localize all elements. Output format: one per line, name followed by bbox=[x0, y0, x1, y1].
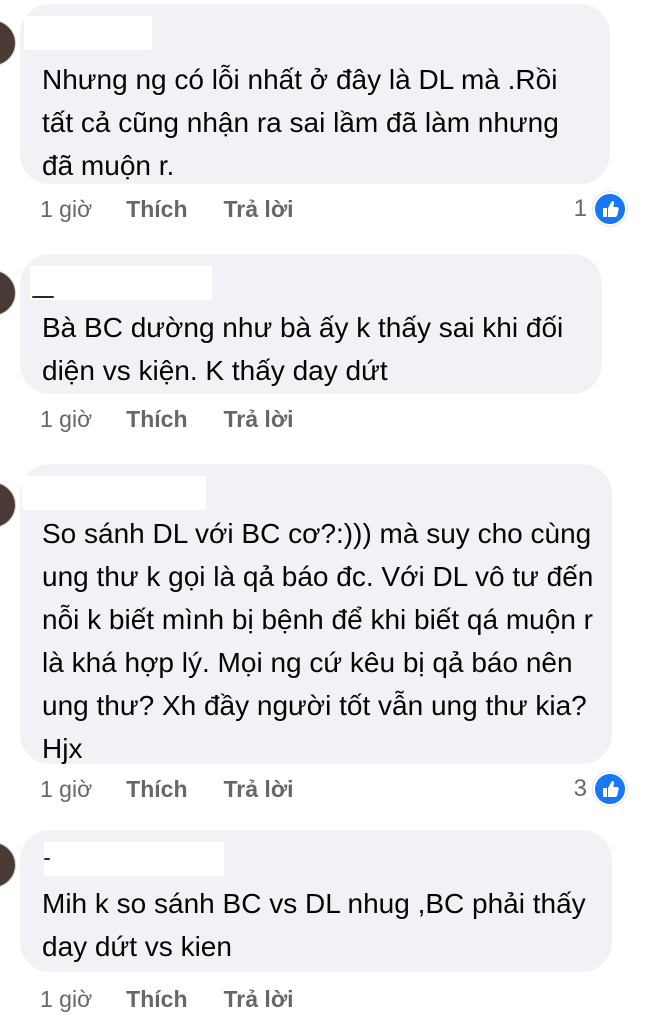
comment-bubble: So sánh DL với BC cơ?:))) mà suy cho cùn… bbox=[20, 464, 612, 764]
timestamp[interactable]: 1 giờ bbox=[40, 196, 92, 223]
avatar[interactable] bbox=[0, 482, 16, 528]
reply-button[interactable]: Trả lời bbox=[224, 986, 294, 1013]
author-name-redacted[interactable] bbox=[22, 476, 206, 510]
like-icon bbox=[593, 772, 627, 806]
avatar[interactable] bbox=[0, 20, 16, 66]
like-button[interactable]: Thích bbox=[126, 406, 187, 433]
reply-button[interactable]: Trả lời bbox=[224, 196, 294, 223]
comment-text: So sánh DL với BC cơ?:))) mà suy cho cùn… bbox=[42, 518, 594, 764]
comment-actions: 1 giờ Thích Trả lời bbox=[40, 984, 294, 1014]
author-name-redacted[interactable] bbox=[30, 266, 212, 300]
comment-text: Nhưng ng có lỗi nhất ở đây là DL mà .Rồi… bbox=[42, 64, 559, 181]
avatar[interactable] bbox=[0, 270, 16, 316]
comment-bubble: Mih k so sánh BC vs DL nhug ,BC phải thấ… bbox=[20, 830, 612, 972]
reply-button[interactable]: Trả lời bbox=[224, 406, 294, 433]
comment-bubble: Nhưng ng có lỗi nhất ở đây là DL mà .Rồi… bbox=[20, 4, 610, 184]
reaction-count: 1 bbox=[573, 195, 587, 222]
avatar[interactable] bbox=[0, 842, 16, 888]
name-residue bbox=[32, 296, 54, 298]
timestamp[interactable]: 1 giờ bbox=[40, 406, 92, 433]
comment-actions: 1 giờ Thích Trả lời bbox=[40, 194, 294, 224]
timestamp[interactable]: 1 giờ bbox=[40, 986, 92, 1013]
reaction-summary[interactable]: 3 bbox=[574, 772, 627, 806]
author-name-redacted[interactable] bbox=[44, 842, 224, 876]
like-button[interactable]: Thích bbox=[126, 776, 187, 803]
author-name-redacted[interactable] bbox=[24, 16, 152, 50]
like-icon bbox=[593, 192, 627, 226]
reaction-count: 3 bbox=[573, 775, 587, 802]
comment-text: Mih k so sánh BC vs DL nhug ,BC phải thấ… bbox=[42, 888, 586, 962]
comment-text: Bà BC dường như bà ấy k thấy sai khi đối… bbox=[42, 312, 564, 386]
comment-actions: 1 giờ Thích Trả lời bbox=[40, 404, 294, 434]
name-residue bbox=[44, 858, 50, 860]
comment-bubble: Bà BC dường như bà ấy k thấy sai khi đối… bbox=[20, 254, 602, 394]
timestamp[interactable]: 1 giờ bbox=[40, 776, 92, 803]
like-button[interactable]: Thích bbox=[126, 196, 187, 223]
comment-actions: 1 giờ Thích Trả lời bbox=[40, 774, 294, 804]
reply-button[interactable]: Trả lời bbox=[224, 776, 294, 803]
like-button[interactable]: Thích bbox=[126, 986, 187, 1013]
reaction-summary[interactable]: 1 bbox=[574, 192, 627, 226]
